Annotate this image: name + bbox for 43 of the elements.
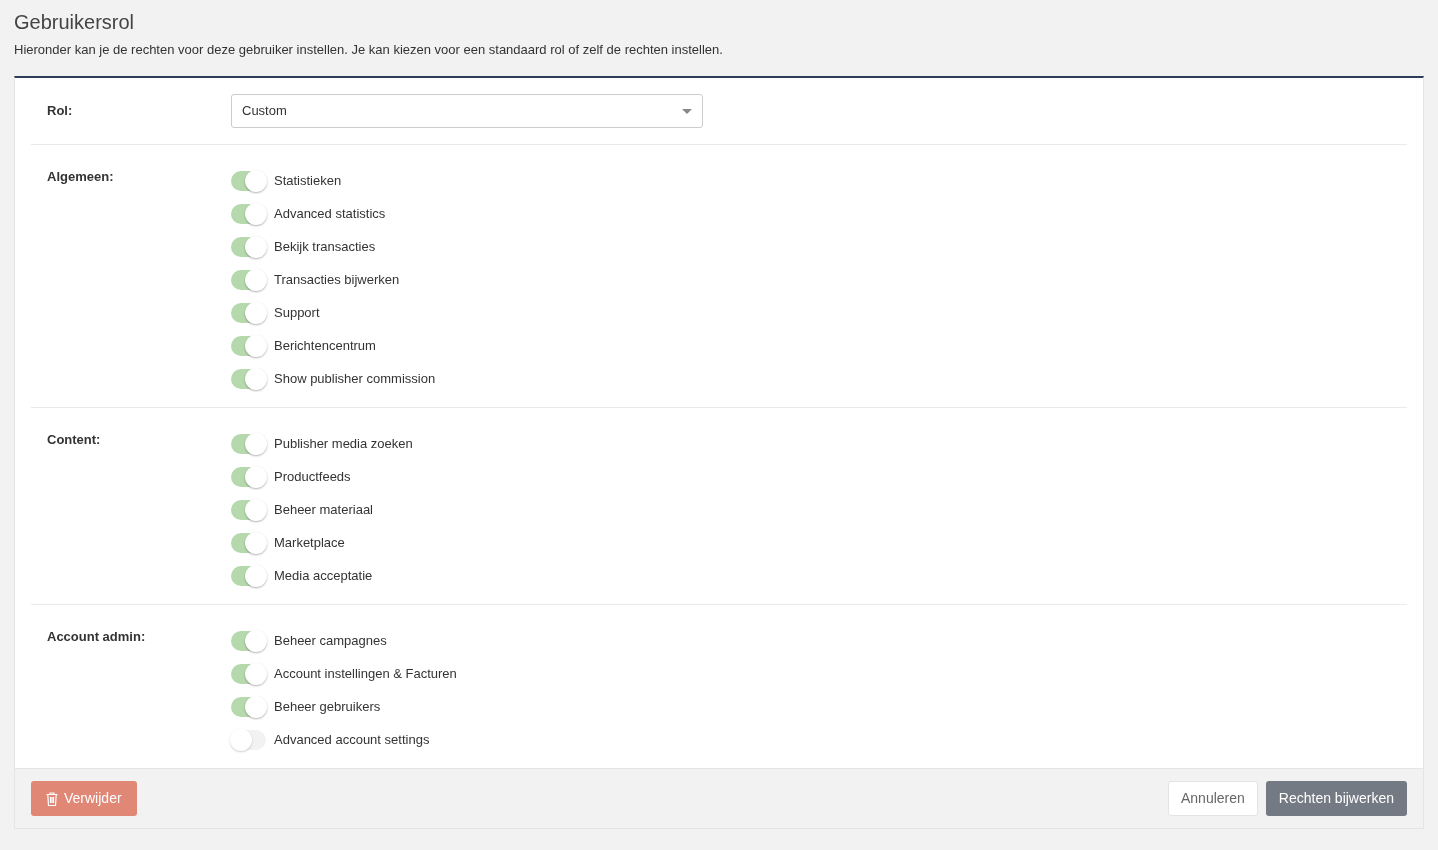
permission-label: Account instellingen & Facturen (274, 664, 457, 683)
permission-label: Transacties bijwerken (274, 270, 400, 289)
toggle-switch[interactable] (231, 729, 266, 750)
permission-label: Advanced account settings (274, 730, 430, 749)
permission-label: Beheer materiaal (274, 500, 373, 519)
toggle-switch[interactable] (231, 532, 266, 553)
page-title: Gebruikersrol (14, 10, 135, 35)
permission-label: Publisher media zoeken (274, 434, 413, 453)
permission-label: Beheer gebruikers (274, 697, 381, 716)
trash-icon (46, 791, 58, 806)
toggle-switch[interactable] (231, 433, 266, 454)
permission-label: Support (274, 303, 320, 322)
caret-icon (682, 108, 692, 114)
toggle-switch[interactable] (231, 663, 266, 684)
section-label: Account admin: (46, 628, 147, 646)
toggle-switch[interactable] (231, 302, 266, 323)
permission-label: Bekijk transacties (274, 237, 376, 256)
permission-label: Beheer campagnes (274, 631, 387, 650)
permission-label: Statistieken (274, 171, 342, 190)
toggle-switch[interactable] (231, 630, 266, 651)
section-label: Algemeen: (46, 168, 115, 186)
field-label: Rol: (46, 102, 74, 121)
toggle-switch[interactable] (231, 565, 266, 586)
toggle-switch[interactable] (231, 499, 266, 520)
permission-label: Advanced statistics (274, 204, 386, 223)
section-label: Content: (46, 431, 102, 449)
toggle-switch[interactable] (231, 269, 266, 290)
toggle-switch[interactable] (231, 203, 266, 224)
permission-label: Productfeeds (274, 467, 351, 486)
permission-label: Media acceptatie (274, 566, 373, 585)
toggle-switch[interactable] (231, 236, 266, 257)
permission-label: Berichtencentrum (274, 336, 376, 355)
toggle-switch[interactable] (231, 368, 266, 389)
toggle-switch[interactable] (231, 170, 266, 191)
permission-label: Marketplace (274, 533, 345, 552)
cancel-button[interactable]: Annuleren (1168, 781, 1258, 816)
toggle-switch[interactable] (231, 466, 266, 487)
page-description: Hieronder kan je de rechten voor deze gebruiker instellen. Je kan kiezen voor een standaard rol of zelf de rechten instellen. (14, 41, 724, 59)
permission-label: Show publisher commission (274, 369, 436, 388)
toggle-switch[interactable] (231, 696, 266, 717)
toggle-switch[interactable] (231, 335, 266, 356)
role-select[interactable]: Custom (231, 94, 703, 128)
submit-button[interactable]: Rechten bijwerken (1265, 781, 1407, 816)
